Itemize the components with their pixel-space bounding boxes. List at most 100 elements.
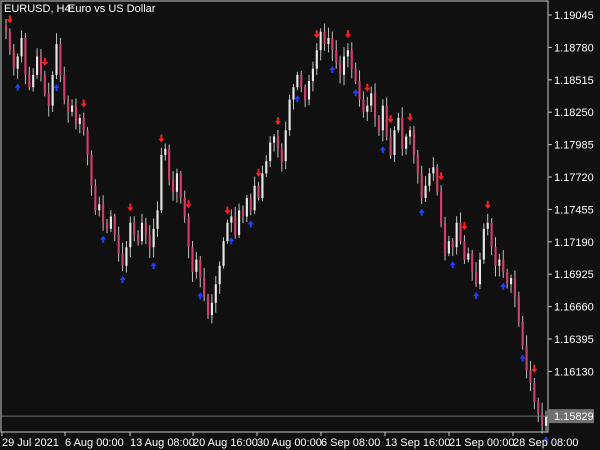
candle-body-bull: [36, 56, 39, 75]
sell-arrow-icon: [255, 168, 262, 177]
candle-body-bear: [234, 216, 237, 235]
candle: [12, 43, 15, 76]
candle-body-bear: [199, 259, 202, 279]
candle: [319, 28, 322, 61]
candle: [350, 42, 353, 79]
candle: [358, 70, 361, 107]
candle: [140, 213, 144, 245]
buy-arrow-icon: [247, 220, 254, 228]
buy-arrow-icon: [150, 262, 157, 270]
candle: [447, 235, 450, 257]
candle-body-bear: [90, 154, 93, 186]
candle-body-bull: [70, 105, 74, 112]
candle: [70, 99, 74, 117]
chart-window[interactable]: 1.19045 1.18780 1.18515 1.18250 1.17985 1.177…: [0, 0, 600, 450]
candle: [509, 274, 513, 293]
sell-arrow-icon: [407, 113, 414, 122]
time-tick-label: 29 Jul 2021: [2, 437, 59, 449]
candle-body-bear: [401, 117, 404, 149]
candle: [245, 195, 248, 223]
candle-body-bear: [374, 93, 377, 118]
buy-arrow-icon: [449, 261, 456, 269]
candle: [249, 193, 252, 216]
candle-body-bear: [148, 234, 151, 248]
candle-body-bull: [428, 173, 431, 186]
candle-body-bull: [125, 247, 128, 266]
candle-body-bull: [288, 99, 291, 131]
price-tick-label: 1.17190: [554, 237, 594, 249]
candle: [393, 126, 396, 162]
candle-body-bear: [133, 222, 136, 235]
current-price-tag: 1.15829: [548, 409, 594, 424]
sell-arrow-icon: [80, 99, 87, 108]
candle-body-bull: [140, 222, 144, 242]
candle-body-bear: [179, 173, 182, 199]
candle: [327, 27, 330, 53]
candle-body-bull: [98, 204, 101, 211]
buy-arrow-icon: [519, 354, 526, 362]
price-tick-label: 1.16395: [554, 334, 594, 346]
candle-body-bull: [478, 259, 482, 285]
candle: [129, 216, 132, 257]
candle-body-bear: [521, 321, 524, 346]
candle: [381, 99, 384, 142]
time-tick-label: 13 Sep 16:00: [385, 437, 450, 449]
candle: [125, 241, 128, 273]
candle: [222, 237, 225, 269]
sell-arrow-icon: [364, 83, 371, 92]
plot-border: [0, 0, 549, 433]
candle: [144, 217, 147, 245]
candle: [171, 171, 175, 201]
candle-body-bear: [475, 271, 478, 285]
candle: [238, 203, 241, 238]
buy-arrow-icon: [329, 66, 336, 74]
symbol-label: EURUSD, H4:: [4, 3, 74, 15]
candle: [424, 176, 427, 203]
candle-body-bear: [74, 105, 77, 125]
candle: [471, 249, 474, 281]
candle: [366, 96, 369, 122]
candle-body-bull: [214, 284, 217, 303]
candle: [195, 252, 198, 279]
candle-body-bull: [210, 302, 213, 316]
candle: [544, 410, 548, 432]
chart-header: EURUSD, H4: Euro vs US Dollar: [4, 3, 156, 15]
candle: [370, 86, 373, 112]
candle-body-bear: [494, 247, 497, 266]
candle-body-bear: [8, 31, 11, 51]
candle-body-bull: [455, 222, 458, 248]
candle-body-bear: [377, 117, 381, 131]
candle-body-bear: [59, 44, 62, 75]
candle-body-bear: [121, 253, 124, 266]
candle: [374, 83, 377, 127]
candle: [28, 66, 31, 91]
candle: [121, 242, 124, 272]
sell-arrow-icon: [313, 30, 320, 39]
candle-body-bull: [292, 87, 295, 100]
price-chart[interactable]: 1.19045 1.18780 1.18515 1.18250 1.17985 1.177…: [0, 0, 600, 450]
candle: [148, 225, 151, 259]
candle-body-bull: [175, 173, 179, 192]
buy-arrow-icon: [228, 237, 235, 245]
candle: [152, 218, 155, 258]
candle-body-bull: [253, 185, 256, 211]
candle-body-bull: [164, 148, 167, 155]
candle: [284, 121, 287, 170]
candle: [451, 238, 454, 257]
candle-body-bear: [280, 148, 283, 162]
candle-body-bull: [16, 56, 19, 69]
candle-body-bull: [156, 210, 159, 229]
sell-arrow-icon: [224, 206, 231, 215]
candle: [276, 130, 280, 158]
candle-body-bull: [405, 136, 408, 149]
time-tick-label: 13 Aug 08:00: [130, 437, 195, 449]
candle-body-bull: [265, 161, 268, 174]
candle: [191, 240, 194, 282]
candle-body-bear: [28, 74, 31, 88]
candle: [521, 315, 524, 350]
price-tick-label: 1.16660: [554, 302, 594, 314]
candle-body-bear: [459, 222, 462, 242]
candle: [187, 213, 190, 259]
price-tick-label: 1.17455: [554, 204, 594, 216]
candle-body-bull: [342, 56, 346, 75]
